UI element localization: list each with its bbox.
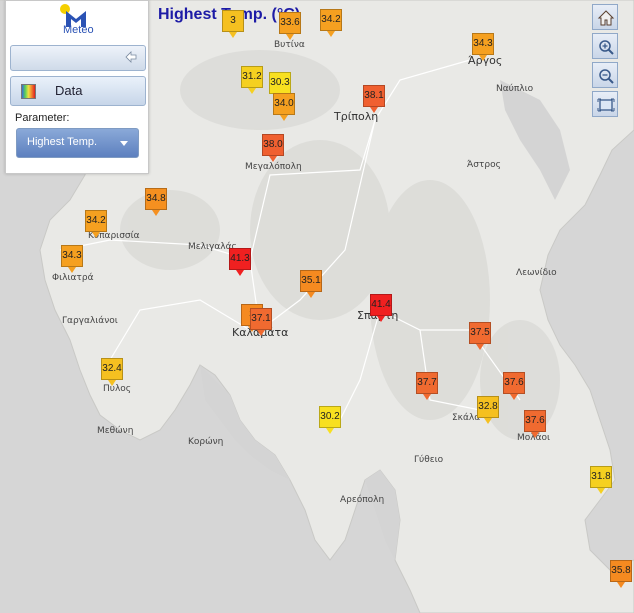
place-label: Μεγαλόπολη <box>245 162 302 172</box>
temp-marker[interactable]: 34.3 <box>472 33 494 61</box>
parameter-select[interactable]: Highest Temp. <box>16 128 139 158</box>
zoom-out-button[interactable] <box>592 62 618 88</box>
parameter-label: Parameter: <box>15 112 70 124</box>
temp-marker[interactable]: 41.4 <box>370 294 392 322</box>
parameter-select-value: Highest Temp. <box>27 136 98 148</box>
home-button[interactable] <box>592 4 618 30</box>
arrow-left-icon <box>125 51 137 63</box>
temp-marker[interactable]: 38.0 <box>262 134 284 162</box>
data-button[interactable]: Data <box>10 76 146 106</box>
full-extent-icon <box>597 98 615 112</box>
temp-marker[interactable]: 37.6 <box>503 372 525 400</box>
place-label: Μεθώνη <box>97 426 134 436</box>
temp-marker[interactable]: 37.5 <box>469 322 491 350</box>
temp-marker[interactable]: 35.1 <box>300 270 322 298</box>
data-button-label: Data <box>55 83 83 98</box>
zoom-in-icon <box>599 40 614 55</box>
temp-marker[interactable]: 38.1 <box>363 85 385 113</box>
temp-marker[interactable]: 34.2 <box>85 210 107 238</box>
full-extent-button[interactable] <box>592 91 618 117</box>
temp-marker[interactable]: 34.2 <box>320 9 342 37</box>
temp-marker[interactable]: 30.3 <box>269 72 291 100</box>
place-label: Γαργαλιάνοι <box>62 316 118 326</box>
zoom-in-button[interactable] <box>592 33 618 59</box>
place-label: Βυτίνα <box>274 40 305 50</box>
place-label: Ναύπλιο <box>496 84 534 94</box>
temp-marker[interactable]: 37.7 <box>416 372 438 400</box>
temp-marker[interactable]: 35.8 <box>610 560 632 588</box>
place-label: Γύθειο <box>414 455 444 465</box>
collapse-panel-button[interactable] <box>10 45 146 71</box>
place-label: Κορώνη <box>188 437 224 447</box>
temp-marker[interactable]: 37.1 <box>250 308 272 336</box>
temp-marker[interactable]: 3 <box>222 10 244 38</box>
temp-marker[interactable]: 34.3 <box>61 245 83 273</box>
temp-marker[interactable]: 32.8 <box>477 396 499 424</box>
chevron-down-icon <box>120 141 128 146</box>
control-panel: Meteo Data Parameter: Highest Temp. <box>5 0 149 174</box>
temp-marker[interactable]: 33.6 <box>279 12 301 40</box>
temp-marker[interactable]: 41.3 <box>229 248 251 276</box>
temp-marker[interactable]: 34.0 <box>273 93 295 121</box>
zoom-out-icon <box>599 69 614 84</box>
temp-marker[interactable]: 34.8 <box>145 188 167 216</box>
temp-marker[interactable]: 37.6 <box>524 410 546 438</box>
temp-marker[interactable]: 32.4 <box>101 358 123 386</box>
place-label: Φιλιατρά <box>52 273 94 283</box>
temp-marker[interactable]: 31.8 <box>590 466 612 494</box>
home-icon <box>597 10 615 26</box>
color-scale-icon <box>21 84 36 99</box>
temp-marker[interactable]: 30.2 <box>319 406 341 434</box>
place-label: Σκάλα <box>452 413 481 423</box>
logo-text: Meteo <box>63 24 94 36</box>
place-label: Αρεόπολη <box>340 495 385 505</box>
place-label: Άστρος <box>467 160 501 170</box>
temp-marker[interactable]: 31.2 <box>241 66 263 94</box>
place-label: Λεωνίδιο <box>516 268 557 278</box>
